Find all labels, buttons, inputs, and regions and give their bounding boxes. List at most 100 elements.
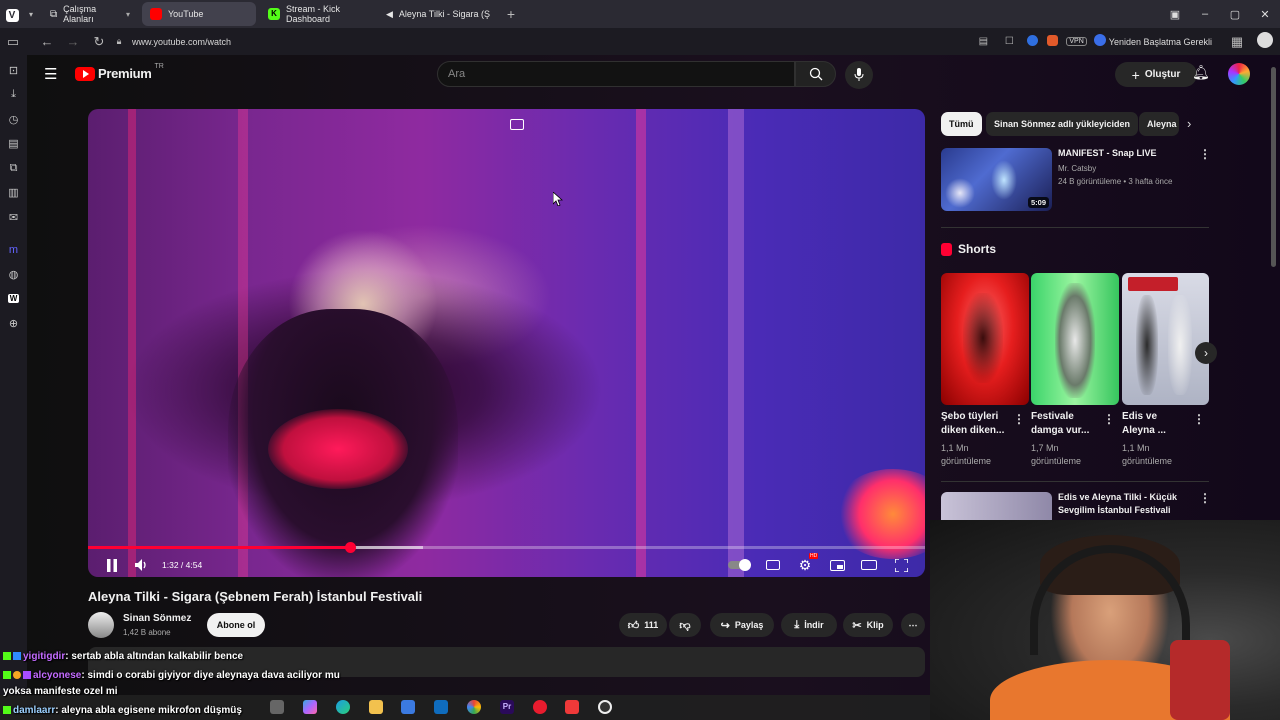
tab-youtube[interactable]: YouTube	[142, 2, 256, 26]
short-thumbnail[interactable]	[941, 273, 1029, 405]
share-button[interactable]: ↪ Paylaş	[710, 613, 774, 637]
reload-button[interactable]: ↻	[86, 34, 112, 50]
tab-workspaces[interactable]: ⧉ Çalışma Alanları ▾	[42, 2, 138, 26]
web-panel-icon[interactable]: ◍	[0, 262, 27, 287]
shorts-next-button[interactable]: ›	[1195, 342, 1217, 364]
thumbnail-figure	[945, 178, 975, 208]
extension-icon[interactable]	[1042, 34, 1062, 49]
related-video-title[interactable]: MANIFEST - Snap LIVE	[1058, 147, 1157, 160]
miniplayer-hint-icon[interactable]	[510, 119, 524, 130]
pause-button[interactable]	[102, 556, 122, 574]
mastodon-icon[interactable]: m	[0, 238, 27, 263]
downloads-icon[interactable]: ⤓	[0, 83, 27, 108]
translate-icon[interactable]: ⧉	[0, 156, 27, 181]
obs-icon[interactable]	[598, 700, 612, 714]
vivaldi-taskbar-icon[interactable]	[565, 700, 579, 714]
more-actions-button[interactable]: ⋯	[901, 613, 925, 637]
scrubber-handle[interactable]	[344, 542, 356, 553]
search-input[interactable]: Ara	[437, 61, 795, 87]
add-panel-icon[interactable]: ⊕	[0, 311, 27, 336]
outlook-icon[interactable]	[434, 700, 448, 714]
search-button[interactable]	[795, 61, 836, 87]
account-avatar[interactable]	[1228, 63, 1250, 85]
hamburger-menu-icon[interactable]: ☰	[44, 65, 57, 83]
miniplayer-button[interactable]	[826, 556, 848, 574]
dislike-button[interactable]: 👎︎	[669, 613, 701, 637]
short-title[interactable]: Festivale damga vur...	[1031, 410, 1101, 438]
short-title[interactable]: Edis ve Aleyna ...	[1122, 410, 1192, 438]
chip-all[interactable]: Tümü	[941, 112, 982, 136]
premiere-icon[interactable]: Pr	[500, 700, 514, 714]
related-video-channel[interactable]: Mr. Catsby	[1058, 162, 1096, 175]
edge-icon[interactable]	[336, 700, 350, 714]
history-icon[interactable]: ◷	[0, 107, 27, 132]
more-vertical-icon[interactable]: ⋮	[1103, 412, 1115, 426]
like-button[interactable]: 👍︎ 111	[619, 613, 667, 637]
create-button[interactable]: + Oluştur	[1115, 62, 1197, 87]
maximize-button[interactable]: ▢	[1220, 8, 1250, 21]
back-button[interactable]: ←	[34, 34, 60, 49]
bookmark-icon[interactable]: ☐	[996, 36, 1022, 47]
volume-button[interactable]	[132, 556, 152, 574]
minimize-button[interactable]: –	[1190, 8, 1220, 20]
short-thumbnail[interactable]	[1031, 273, 1119, 405]
more-vertical-icon[interactable]: ⋮	[1193, 412, 1205, 426]
notifications-bell-icon[interactable]: 🔔︎	[1192, 64, 1210, 81]
bookmarks-panel-icon[interactable]: ⊡	[0, 58, 27, 83]
tab-current-video[interactable]: ◀ Aleyna Tilki - Sigara (Şebne	[378, 2, 498, 26]
new-tab-button[interactable]: +	[498, 6, 524, 22]
short-title[interactable]: Şebo tüyleri diken diken...	[941, 410, 1011, 438]
subtitles-button[interactable]	[762, 556, 784, 574]
wikipedia-icon[interactable]: W	[0, 287, 27, 312]
forward-button[interactable]: →	[60, 34, 86, 49]
subscribe-button[interactable]: Abone ol	[207, 613, 265, 637]
extension-icon[interactable]	[1022, 34, 1042, 49]
task-view-icon[interactable]	[270, 700, 284, 714]
autoplay-toggle[interactable]	[726, 556, 752, 574]
channel-avatar[interactable]	[88, 612, 114, 638]
theater-mode-button[interactable]	[858, 556, 880, 574]
profile-avatar[interactable]	[1250, 32, 1280, 51]
chevron-right-icon[interactable]: ›	[1187, 116, 1191, 131]
restart-required-label[interactable]: Yeniden Başlatma Gerekli	[1109, 37, 1212, 47]
related-video-thumbnail[interactable]	[941, 492, 1052, 523]
vpn-badge[interactable]: VPN	[1066, 37, 1087, 46]
related-video-title[interactable]: Edis ve Aleyna Tilki - Küçük Sevgilim İs…	[1058, 491, 1208, 517]
download-button[interactable]: ⤓ İndir	[781, 613, 837, 637]
copilot-icon[interactable]	[303, 700, 317, 714]
reader-view-icon[interactable]: ▤	[970, 36, 996, 47]
tab-list-icon[interactable]: ▣	[1160, 8, 1190, 21]
tab-kick-dashboard[interactable]: K Stream - Kick Dashboard	[260, 2, 374, 26]
video-player[interactable]: 1:32 / 4:54 ⚙ HD	[88, 109, 925, 577]
close-window-button[interactable]: ✕	[1250, 8, 1280, 21]
related-video-thumbnail[interactable]: 5:09	[941, 148, 1052, 211]
channel-name[interactable]: Sinan Sönmez	[123, 613, 191, 624]
more-vertical-icon[interactable]: ⋮	[1013, 412, 1025, 426]
calendar-icon[interactable]: ▦	[1224, 34, 1250, 50]
panel-toggle-icon[interactable]: ▭	[0, 34, 26, 50]
notes-icon[interactable]: ▤	[0, 132, 27, 157]
youtube-logo[interactable]: Premium TR	[75, 63, 164, 81]
settings-button[interactable]: ⚙ HD	[794, 553, 819, 574]
chip-from-uploader[interactable]: Sinan Sönmez adlı yükleyiciden	[986, 112, 1139, 136]
opera-icon[interactable]	[533, 700, 547, 714]
fullscreen-button[interactable]	[890, 556, 912, 574]
short-thumbnail[interactable]	[1122, 273, 1209, 405]
page-scrollbar[interactable]	[1271, 67, 1276, 267]
reading-list-icon[interactable]: ▥	[0, 181, 27, 206]
chevron-down-icon[interactable]: ▾	[24, 10, 38, 19]
thumbnail-figure	[1168, 295, 1192, 395]
file-explorer-icon[interactable]	[369, 700, 383, 714]
clip-button[interactable]: ✂ Klip	[843, 613, 893, 637]
mail-icon[interactable]: ✉	[0, 205, 27, 230]
vivaldi-menu-icon[interactable]: V	[0, 6, 24, 22]
chip-aleyna[interactable]: Aleyna	[1139, 112, 1179, 136]
chrome-icon[interactable]	[467, 700, 481, 714]
more-vertical-icon[interactable]: ⋮	[1199, 491, 1211, 505]
lock-icon[interactable]: 🔒︎	[112, 36, 126, 47]
more-vertical-icon[interactable]: ⋮	[1199, 147, 1211, 161]
voice-search-button[interactable]	[845, 61, 873, 89]
url-field[interactable]: www.youtube.com/watch	[132, 37, 231, 47]
power-icon[interactable]	[1091, 34, 1109, 49]
store-icon[interactable]	[401, 700, 415, 714]
